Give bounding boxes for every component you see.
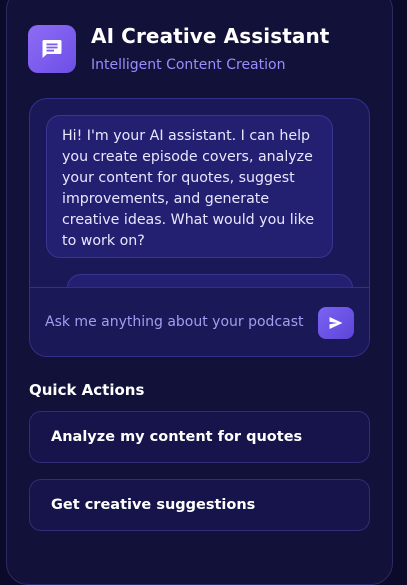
next-message-bubble bbox=[67, 274, 353, 287]
message-icon-glyph bbox=[42, 40, 62, 58]
chat-messages[interactable]: Hi! I'm your AI assistant. I can help yo… bbox=[30, 99, 369, 287]
panel-title: AI Creative Assistant bbox=[91, 24, 330, 48]
chat-input-area bbox=[30, 287, 369, 356]
send-icon bbox=[329, 317, 343, 329]
analyze-quotes-button[interactable]: Analyze my content for quotes bbox=[29, 411, 370, 463]
quick-actions-title: Quick Actions bbox=[29, 381, 145, 399]
panel-subtitle: Intelligent Content Creation bbox=[91, 57, 286, 73]
chat-box: Hi! I'm your AI assistant. I can help yo… bbox=[29, 98, 370, 357]
assistant-message: Hi! I'm your AI assistant. I can help yo… bbox=[46, 115, 333, 258]
creative-suggestions-button[interactable]: Get creative suggestions bbox=[29, 479, 370, 531]
message-icon bbox=[28, 25, 76, 73]
chat-input[interactable] bbox=[45, 308, 305, 336]
send-button[interactable] bbox=[318, 307, 354, 339]
